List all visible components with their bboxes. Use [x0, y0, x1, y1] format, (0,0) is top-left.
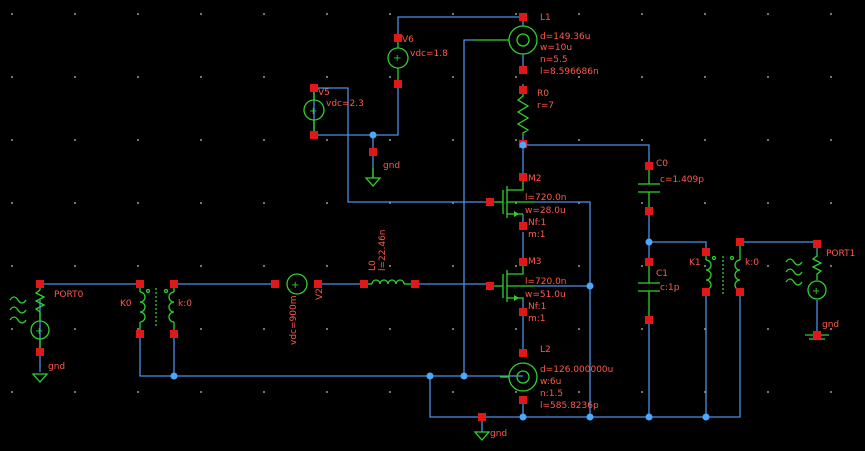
m3-l: l=720.0n [525, 277, 567, 287]
l1-w: w=10u [540, 43, 572, 53]
c1-value: c:1p [660, 283, 680, 293]
capacitor-c0[interactable] [638, 166, 660, 211]
labels: L1 d=149.36u w=10u n=5.5 l=8.596686n V6 … [48, 13, 855, 439]
spiral-inductor-l1[interactable] [473, 25, 538, 55]
inductor-l0[interactable] [364, 279, 415, 285]
m2-m: m:1 [528, 230, 546, 240]
spiral-inductor-l2[interactable] [500, 362, 538, 392]
port1-gnd: gnd [822, 320, 839, 330]
port0-name: PORT0 [54, 290, 84, 300]
v5-name: V5 [318, 88, 330, 98]
transformer-k0[interactable] [139, 284, 175, 334]
m3-w: w=51.0u [525, 290, 566, 300]
l0-name: L0 [368, 260, 378, 271]
c0-value: c=1.409p [660, 175, 704, 185]
l1-name: L1 [540, 13, 551, 23]
m2-nf: Nf:1 [528, 218, 546, 228]
l2-d: d=126.000000u [540, 365, 613, 375]
c1-name: C1 [656, 269, 668, 279]
l2-w: w:6u [540, 377, 561, 387]
m2-l: l=720.0n [525, 193, 567, 203]
l1-n: n=5.5 [540, 55, 568, 65]
k0-name: K0 [120, 299, 132, 309]
m2-w: w=28.0u [525, 206, 566, 216]
dc-source-v2[interactable]: + [286, 273, 308, 295]
gnd-v5-label: gnd [383, 161, 400, 171]
k1-name: K1 [689, 258, 701, 268]
svg-text:+: + [309, 106, 317, 117]
resistor-r0[interactable] [516, 90, 530, 136]
l2-n: n:1.5 [540, 389, 563, 399]
k1-value: k:0 [745, 258, 759, 268]
v2-value: vdc=900m [289, 296, 299, 345]
svg-text:+: + [35, 326, 43, 337]
svg-text:+: + [812, 286, 820, 297]
v6-value: vdc=1.8 [410, 49, 448, 59]
l2-l: l=585.8236p [540, 401, 599, 411]
port-source-port0[interactable]: + [9, 284, 50, 352]
wires [39, 16, 818, 432]
grid-dots [11, 13, 832, 393]
l1-d: d=149.36u [540, 32, 590, 42]
junctions [170, 131, 710, 421]
r0-name: R0 [537, 89, 549, 99]
k0-value: k:0 [178, 299, 192, 309]
port1-name: PORT1 [826, 249, 855, 259]
l0-value: l=22.46n [378, 229, 388, 271]
l2-name: L2 [540, 345, 551, 355]
m3-m: m:1 [528, 314, 546, 324]
ground-symbol-v5 [364, 168, 382, 187]
v6-name: V6 [402, 35, 414, 45]
l1-l: l=8.596686n [540, 67, 599, 77]
pins [36, 13, 821, 421]
schematic-canvas: + + + + + L1 d=149.36u w=10u n=5.5 l=8.5… [0, 0, 865, 451]
ground-symbol-port0 [31, 373, 49, 383]
ground-symbol-main [473, 431, 491, 441]
svg-text:+: + [393, 53, 401, 64]
port0-gnd: gnd [48, 362, 65, 372]
schematic-drawing: + + + + + L1 d=149.36u w=10u n=5.5 l=8.5… [9, 13, 855, 441]
svg-text:+: + [291, 280, 299, 291]
m2-name: M2 [528, 174, 542, 184]
r0-value: r=7 [537, 101, 554, 111]
v2-name: V2 [315, 288, 325, 300]
v5-value: vdc=2.3 [326, 99, 364, 109]
transformer-k1[interactable] [705, 242, 741, 294]
m3-name: M3 [528, 257, 542, 267]
c0-name: C0 [656, 159, 668, 169]
m3-nf: Nf:1 [528, 302, 546, 312]
gnd-main-label: gnd [490, 429, 507, 439]
